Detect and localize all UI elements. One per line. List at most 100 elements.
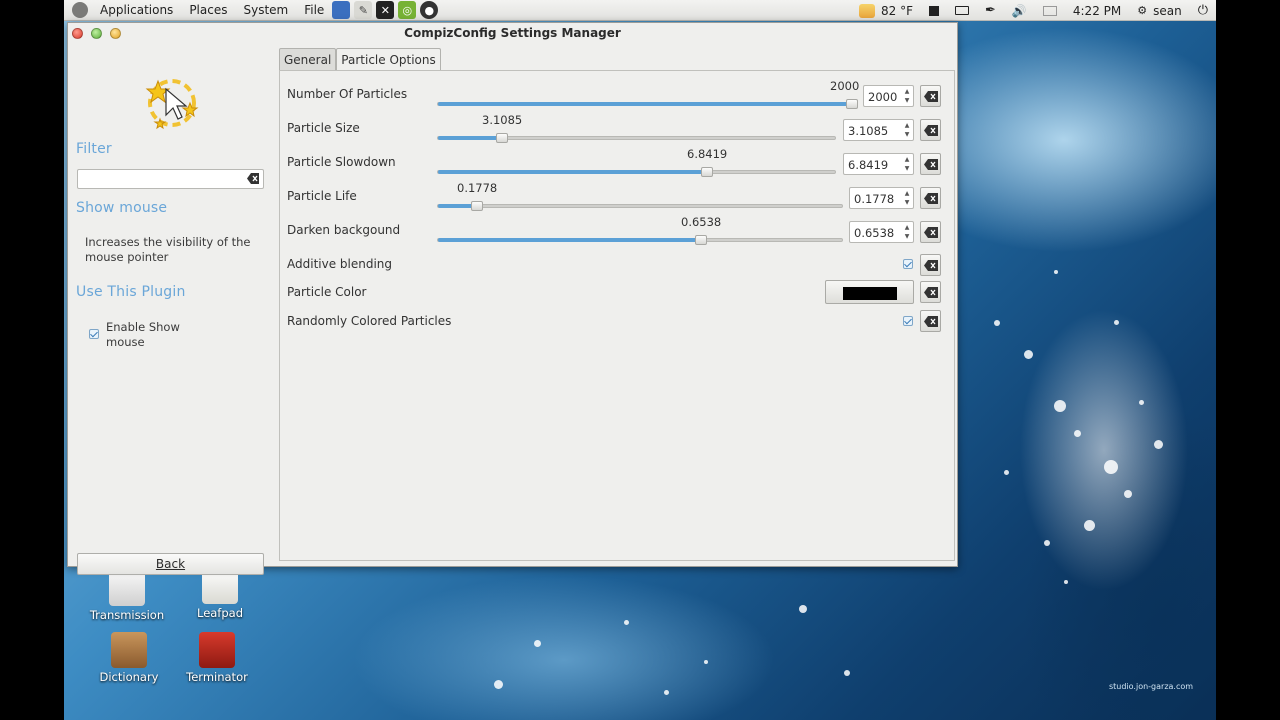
letterbox-right	[1216, 0, 1280, 720]
mail-icon[interactable]	[1042, 5, 1057, 16]
launcher-x-icon[interactable]: ✕	[376, 1, 395, 19]
gnome-foot-icon[interactable]	[72, 2, 88, 18]
reset-button[interactable]	[920, 119, 941, 141]
enable-plugin-row[interactable]: Enable Show mouse	[89, 320, 196, 350]
launcher-browser-icon[interactable]	[332, 1, 351, 19]
spinbox-value: 2000	[868, 90, 898, 104]
enable-plugin-checkbox[interactable]	[89, 329, 99, 339]
setting-particle-life: Particle Life 0.1778 0.1778 ▲ ▼	[280, 181, 956, 214]
weather-applet[interactable]: 82 °F	[859, 3, 913, 18]
tab-general[interactable]: General	[279, 48, 337, 70]
reset-button[interactable]	[920, 187, 941, 209]
particle-size-slider[interactable]	[437, 133, 836, 143]
clock[interactable]: 4:22 PM	[1073, 4, 1121, 18]
user-icon: ⚙	[1137, 4, 1148, 17]
desktop-icon-leafpad[interactable]: Leafpad	[180, 568, 260, 620]
reset-icon	[924, 287, 938, 298]
spin-arrows-icon[interactable]: ▲ ▼	[902, 87, 912, 105]
back-button[interactable]: Back	[77, 553, 264, 575]
reset-button[interactable]	[920, 221, 941, 243]
particle-slowdown-slider[interactable]	[437, 167, 836, 177]
slider-value-label: 2000	[830, 79, 860, 93]
battery-icon[interactable]	[955, 6, 970, 15]
slider-knob[interactable]	[496, 133, 508, 143]
additive-blending-checkbox[interactable]	[903, 259, 913, 269]
tab-bar: General Particle Options	[279, 48, 441, 70]
launcher-disc-icon[interactable]: ●	[420, 1, 439, 19]
slider-fill	[438, 170, 706, 174]
letterbox-left	[0, 0, 64, 720]
spin-arrows-icon[interactable]: ▲ ▼	[902, 155, 912, 173]
desktop-icon-dictionary[interactable]: Dictionary	[89, 632, 169, 684]
desktop-icon-terminator[interactable]: Terminator	[177, 632, 257, 684]
slider-value-label: 0.6538	[681, 215, 722, 229]
setting-label: Randomly Colored Particles	[287, 314, 452, 328]
particle-life-spinbox[interactable]: 0.1778 ▲ ▼	[849, 187, 914, 209]
spinbox-value: 3.1085	[848, 124, 889, 138]
menu-file[interactable]: File	[300, 3, 328, 17]
color-swatch	[843, 287, 897, 300]
ccsm-window: CompizConfig Settings Manager Filter Sho…	[67, 22, 958, 575]
slider-fill	[438, 238, 701, 242]
clear-filter-icon[interactable]	[247, 172, 260, 185]
spin-arrows-icon[interactable]: ▲ ▼	[902, 121, 912, 139]
darken-background-slider[interactable]	[437, 235, 843, 245]
particles-slider[interactable]	[437, 99, 858, 109]
menu-applications[interactable]: Applications	[96, 3, 177, 17]
particle-size-spinbox[interactable]: 3.1085 ▲ ▼	[843, 119, 914, 141]
particle-slowdown-spinbox[interactable]: 6.8419 ▲ ▼	[843, 153, 914, 175]
menu-system[interactable]: System	[239, 3, 292, 17]
pen-icon[interactable]: ✒	[985, 3, 996, 18]
titlebar[interactable]: CompizConfig Settings Manager	[68, 23, 957, 45]
reset-icon	[924, 125, 938, 136]
launcher-editor-icon[interactable]: ✎	[354, 1, 373, 19]
weather-sun-icon	[859, 3, 876, 18]
reset-icon	[924, 193, 938, 204]
reset-button[interactable]	[920, 254, 941, 276]
setting-additive-blending: Additive blending	[280, 252, 956, 278]
filter-heading: Filter	[76, 141, 112, 157]
spinbox-value: 6.8419	[848, 158, 889, 172]
particle-color-button[interactable]	[825, 280, 914, 304]
reset-icon	[924, 227, 938, 238]
setting-number-of-particles: Number Of Particles 2000 2000 ▲ ▼	[280, 79, 956, 111]
reset-button[interactable]	[920, 153, 941, 175]
setting-label: Darken backgound	[287, 223, 401, 237]
slider-knob[interactable]	[695, 235, 707, 245]
desktop-icon-label: Leafpad	[196, 606, 244, 620]
tab-particle-options[interactable]: Particle Options	[336, 48, 441, 70]
randomly-colored-checkbox[interactable]	[903, 316, 913, 326]
stop-icon[interactable]	[929, 5, 940, 16]
user-menu[interactable]: ⚙ sean	[1137, 4, 1181, 18]
user-name: sean	[1153, 3, 1182, 18]
spin-arrows-icon[interactable]: ▲ ▼	[902, 223, 912, 241]
top-panel: Applications Places System File ✎ ✕ ◎ ● …	[64, 0, 1216, 21]
spin-arrows-icon[interactable]: ▲ ▼	[902, 189, 912, 207]
use-plugin-heading: Use This Plugin	[76, 284, 186, 300]
setting-label: Additive blending	[287, 257, 393, 271]
slider-knob[interactable]	[471, 201, 483, 211]
menu-places[interactable]: Places	[185, 3, 231, 17]
reset-button[interactable]	[920, 310, 941, 332]
setting-label: Particle Slowdown	[287, 155, 396, 169]
particle-life-slider[interactable]	[437, 201, 843, 211]
desktop-icon-label: Terminator	[186, 670, 248, 684]
volume-icon[interactable]: 🔊	[1012, 4, 1027, 18]
window-title: CompizConfig Settings Manager	[404, 26, 621, 40]
spinbox-value: 0.1778	[854, 192, 895, 206]
dictionary-icon	[111, 632, 147, 668]
particles-spinbox[interactable]: 2000 ▲ ▼	[863, 85, 914, 107]
desktop-icon-transmission[interactable]: Transmission	[87, 570, 167, 622]
plugin-description: Increases the visibility of the mouse po…	[85, 235, 251, 264]
desktop-icon-label: Transmission	[89, 608, 165, 622]
launcher-green-icon[interactable]: ◎	[398, 1, 417, 19]
left-panel: Filter Show mouse Increases the visibili…	[68, 45, 276, 575]
filter-input[interactable]	[77, 169, 264, 189]
slider-knob[interactable]	[701, 167, 713, 177]
slider-knob[interactable]	[846, 99, 858, 109]
terminator-icon	[199, 632, 235, 668]
reset-button[interactable]	[920, 85, 941, 107]
darken-background-spinbox[interactable]: 0.6538 ▲ ▼	[849, 221, 914, 243]
power-icon[interactable]: ⏻	[1198, 3, 1208, 18]
reset-button[interactable]	[920, 281, 941, 303]
